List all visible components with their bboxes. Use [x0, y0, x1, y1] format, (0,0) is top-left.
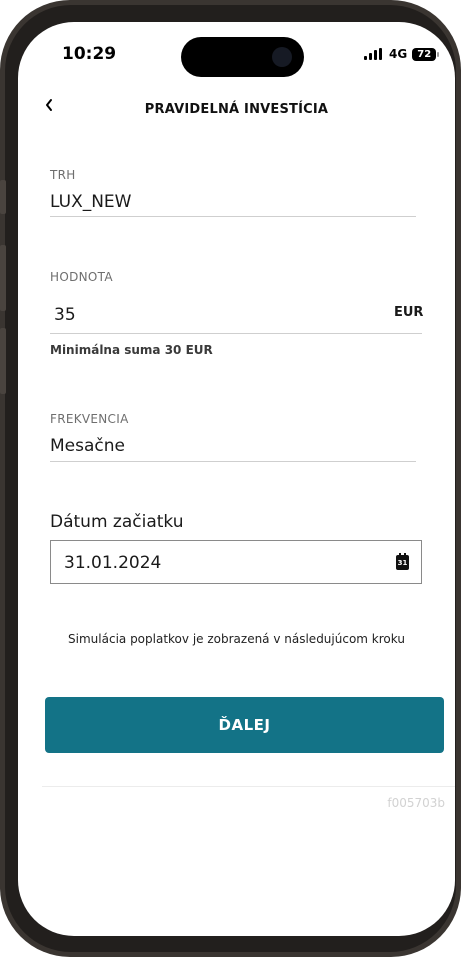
footer-divider: [42, 786, 455, 787]
fee-simulation-note: Simulácia poplatkov je zobrazená v násle…: [68, 632, 405, 646]
signal-icon: [364, 48, 384, 60]
page-title: PRAVIDELNÁ INVESTÍCIA: [144, 102, 329, 117]
status-time: 10:29: [62, 44, 117, 64]
calendar-icon[interactable]: 31: [396, 553, 409, 570]
amount-label: HODNOTA: [50, 270, 113, 284]
phone-frame: 10:29 4G 72 PRAVIDELNÁ INVESTÍCIA TRH LU…: [0, 0, 461, 957]
market-value[interactable]: LUX_NEW: [50, 192, 131, 212]
volume-down-button: [0, 328, 6, 394]
frequency-underline: [50, 461, 416, 462]
volume-up-button: [0, 245, 6, 311]
start-date-value: 31.01.2024: [64, 553, 162, 573]
next-button[interactable]: ĎALEJ: [45, 697, 444, 753]
status-indicators: 4G 72: [364, 46, 440, 62]
silent-switch: [0, 180, 6, 214]
camera-icon: [272, 47, 292, 67]
dynamic-island: [181, 37, 304, 77]
start-date-field[interactable]: 31.01.2024 31: [50, 540, 422, 584]
amount-input[interactable]: [54, 303, 344, 327]
frequency-value[interactable]: Mesačne: [50, 436, 125, 456]
battery-icon: 72: [412, 47, 440, 61]
frequency-label: FREKVENCIA: [50, 412, 129, 426]
screen: 10:29 4G 72 PRAVIDELNÁ INVESTÍCIA TRH LU…: [18, 22, 455, 936]
start-date-label: Dátum začiatku: [50, 512, 184, 532]
market-underline: [50, 216, 416, 217]
build-id: f005703b: [387, 796, 445, 810]
minimum-amount-hint: Minimálna suma 30 EUR: [50, 343, 213, 357]
amount-underline: [50, 333, 422, 334]
currency-label: EUR: [394, 305, 424, 320]
network-type: 4G: [389, 47, 408, 61]
market-label: TRH: [50, 168, 76, 182]
